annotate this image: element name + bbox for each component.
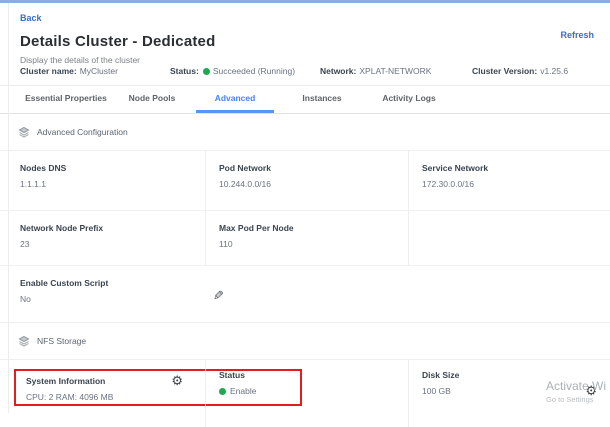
- field-label: Network Node Prefix: [20, 223, 195, 233]
- layers-icon: [18, 126, 30, 138]
- cluster-status-label: Status:: [170, 66, 199, 76]
- field-value: 172.30.0.0/16: [422, 179, 600, 189]
- field-label: Service Network: [422, 163, 600, 173]
- system-information-content: System Information CPU: 2 RAM: 4096 MB: [20, 370, 195, 402]
- field-service-network: Service Network 172.30.0.0/16: [408, 151, 610, 210]
- cluster-name-field: Cluster name:MyCluster: [20, 66, 170, 76]
- bottom-filler-row: [0, 416, 610, 427]
- section-title: Advanced Configuration: [37, 127, 128, 137]
- tab-node-pools[interactable]: Node Pools: [114, 86, 190, 113]
- status-line: Enable: [219, 386, 398, 396]
- empty-cell: [408, 416, 610, 427]
- tab-activity-logs[interactable]: Activity Logs: [366, 86, 452, 113]
- tab-instances[interactable]: Instances: [284, 86, 360, 113]
- cluster-name-value: MyCluster: [80, 66, 118, 76]
- field-max-pod-per-node: Max Pod Per Node 110: [205, 211, 408, 265]
- field-value: Enable: [230, 386, 256, 396]
- field-value: CPU: 2 RAM: 4096 MB: [26, 392, 113, 402]
- field-label: Max Pod Per Node: [219, 223, 398, 233]
- nfs-fields-row: System Information CPU: 2 RAM: 4096 MB ⚙…: [0, 360, 610, 416]
- refresh-link[interactable]: Refresh: [560, 30, 594, 40]
- field-value: 110: [219, 239, 398, 249]
- layers-icon: [18, 335, 30, 347]
- section-title: NFS Storage: [37, 336, 86, 346]
- page-subtitle: Display the details of the cluster: [20, 55, 596, 65]
- tab-advanced[interactable]: Advanced: [196, 86, 274, 113]
- field-label: Disk Size: [422, 370, 600, 380]
- field-label: Status: [219, 370, 398, 380]
- field-system-information: System Information CPU: 2 RAM: 4096 MB ⚙: [0, 360, 205, 416]
- cluster-version-value: v1.25.6: [540, 66, 568, 76]
- field-nodes-dns: Nodes DNS 1.1.1.1: [0, 151, 205, 210]
- field-value: 1.1.1.1: [20, 179, 195, 189]
- advanced-fields-row-3: Enable Custom Script No ✎: [0, 266, 610, 323]
- edit-pencil-icon[interactable]: ✎: [213, 288, 224, 304]
- cluster-status-field: Status: Succeeded (Running): [170, 66, 320, 76]
- advanced-fields-row-1: Nodes DNS 1.1.1.1 Pod Network 10.244.0.0…: [0, 151, 610, 211]
- field-value: 10.244.0.0/16: [219, 179, 398, 189]
- tab-essential-properties[interactable]: Essential Properties: [18, 86, 114, 113]
- field-network-node-prefix: Network Node Prefix 23: [0, 211, 205, 265]
- empty-cell: [205, 416, 408, 427]
- empty-cell: [0, 416, 205, 427]
- system-information-text: System Information CPU: 2 RAM: 4096 MB: [26, 376, 113, 402]
- cluster-network-label: Network:: [320, 66, 356, 76]
- gear-icon[interactable]: ⚙: [171, 374, 183, 387]
- field-nfs-status: Status Enable: [205, 360, 408, 416]
- empty-cell: [408, 211, 610, 265]
- field-label: Pod Network: [219, 163, 398, 173]
- page-header: Back Details Cluster - Dedicated Display…: [0, 3, 610, 56]
- field-label: Nodes DNS: [20, 163, 195, 173]
- cluster-name-label: Cluster name:: [20, 66, 77, 76]
- field-enable-custom-script: Enable Custom Script No: [0, 266, 205, 322]
- field-disk-size: Disk Size 100 GB ⚙: [408, 360, 610, 416]
- field-value: No: [20, 294, 195, 304]
- advanced-configuration-section-header: Advanced Configuration: [0, 114, 610, 151]
- back-link[interactable]: Back: [20, 13, 42, 23]
- nfs-storage-section-header: NFS Storage: [0, 323, 610, 360]
- field-value: 23: [20, 239, 195, 249]
- advanced-fields-row-2: Network Node Prefix 23 Max Pod Per Node …: [0, 211, 610, 266]
- field-value: 100 GB: [422, 386, 600, 396]
- status-dot-icon: [203, 68, 210, 75]
- gear-icon[interactable]: ⚙: [585, 384, 597, 397]
- field-label: System Information: [26, 376, 113, 386]
- status-dot-icon: [219, 388, 226, 395]
- cluster-status-value: Succeeded (Running): [213, 66, 295, 76]
- tab-bar: Essential Properties Node Pools Advanced…: [0, 86, 610, 114]
- page-title: Details Cluster - Dedicated: [20, 33, 596, 50]
- cluster-network-field: Network:XPLAT-NETWORK: [320, 66, 472, 76]
- cluster-version-field: Cluster Version:v1.25.6: [472, 66, 568, 76]
- cluster-details-page: Back Details Cluster - Dedicated Display…: [0, 3, 610, 427]
- cluster-version-label: Cluster Version:: [472, 66, 537, 76]
- cluster-network-value: XPLAT-NETWORK: [359, 66, 431, 76]
- field-label: Enable Custom Script: [20, 278, 195, 288]
- field-pod-network: Pod Network 10.244.0.0/16: [205, 151, 408, 210]
